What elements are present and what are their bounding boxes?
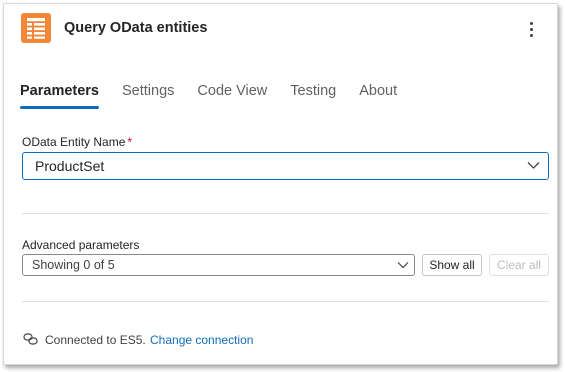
more-dot-icon xyxy=(529,21,533,25)
more-options-button[interactable] xyxy=(522,16,540,42)
entity-name-label-text: OData Entity Name xyxy=(22,135,126,149)
chevron-down-icon xyxy=(527,162,540,169)
required-mark: * xyxy=(127,135,133,149)
table-icon xyxy=(21,13,51,43)
change-connection-link[interactable]: Change connection xyxy=(150,333,253,347)
more-dot-icon xyxy=(529,27,533,31)
show-all-button[interactable]: Show all xyxy=(422,254,482,276)
tab-about[interactable]: About xyxy=(359,82,397,112)
action-card: Query OData entities Parameters Settings… xyxy=(3,3,558,365)
entity-name-value: ProductSet xyxy=(35,158,105,174)
advanced-parameters-dropdown[interactable]: Showing 0 of 5 xyxy=(22,254,415,276)
tab-code-view[interactable]: Code View xyxy=(197,82,267,112)
card-title: Query OData entities xyxy=(64,20,208,36)
advanced-parameters-label: Advanced parameters xyxy=(22,238,140,252)
tab-parameters[interactable]: Parameters xyxy=(20,82,99,112)
tab-testing[interactable]: Testing xyxy=(290,82,336,112)
entity-name-dropdown[interactable]: ProductSet xyxy=(22,152,549,180)
section-divider xyxy=(22,213,549,214)
chevron-down-icon xyxy=(397,262,409,269)
tab-settings[interactable]: Settings xyxy=(122,82,174,112)
advanced-parameters-value: Showing 0 of 5 xyxy=(32,258,115,272)
link-icon xyxy=(23,333,38,345)
connection-status: Connected to ES5. xyxy=(45,333,146,347)
clear-all-button[interactable]: Clear all xyxy=(489,254,549,276)
tab-bar: Parameters Settings Code View Testing Ab… xyxy=(20,82,420,112)
entity-name-label: OData Entity Name * xyxy=(22,135,132,149)
more-dot-icon xyxy=(529,33,533,37)
section-divider xyxy=(22,301,549,302)
